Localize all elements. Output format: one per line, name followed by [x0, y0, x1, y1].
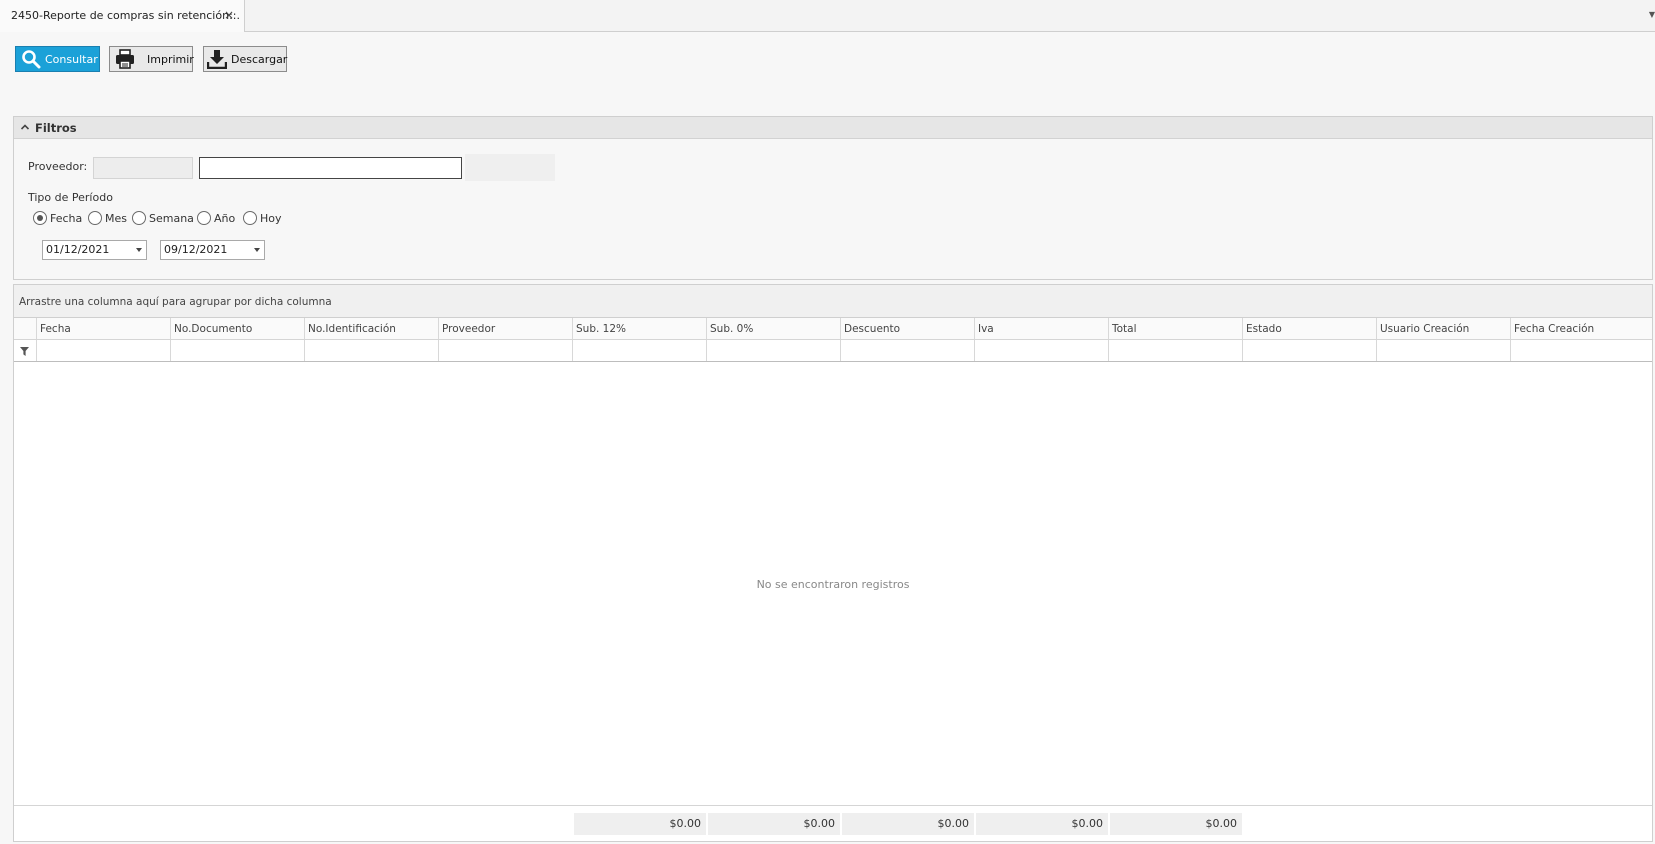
column-header-descuento[interactable]: Descuento	[840, 318, 974, 339]
radio-circle	[132, 211, 146, 225]
column-header-sub-12[interactable]: Sub. 12%	[572, 318, 706, 339]
filter-cell-descuento[interactable]	[840, 340, 974, 361]
filter-cell-estado[interactable]	[1242, 340, 1376, 361]
filter-cell-total[interactable]	[1108, 340, 1242, 361]
filter-cell-proveedor[interactable]	[438, 340, 572, 361]
descargar-label: Descargar	[231, 52, 288, 66]
descargar-button[interactable]: Descargar	[203, 46, 287, 72]
radio-circle	[243, 211, 257, 225]
radio-circle	[33, 211, 47, 225]
download-icon	[207, 49, 227, 69]
tipo-periodo-label: Tipo de Período	[28, 191, 113, 204]
dropdown-arrow-icon[interactable]	[136, 248, 142, 252]
grid-footer-totals: $0.00 $0.00 $0.00 $0.00 $0.00	[14, 805, 1652, 841]
close-icon[interactable]: ×	[224, 9, 234, 21]
tab-bar: 2450-Reporte de compras sin retención::.…	[0, 0, 1655, 32]
column-header-estado[interactable]: Estado	[1242, 318, 1376, 339]
proveedor-code-field	[93, 157, 193, 179]
tab-title: 2450-Reporte de compras sin retención::.	[11, 9, 240, 22]
total-descuento: $0.00	[842, 813, 974, 835]
column-header-proveedor[interactable]: Proveedor	[438, 318, 572, 339]
column-header-label: Proveedor	[442, 323, 496, 335]
total-total: $0.00	[1110, 813, 1242, 835]
total-sub-12: $0.00	[574, 813, 706, 835]
filter-cell-usuario-creacion[interactable]	[1376, 340, 1510, 361]
column-header-total[interactable]: Total	[1108, 318, 1242, 339]
column-header-iva[interactable]: Iva	[974, 318, 1108, 339]
column-header-label: Sub. 12%	[576, 323, 626, 335]
consultar-label: Consultar	[45, 52, 98, 66]
radio-ano[interactable]: Año	[197, 211, 235, 225]
search-icon	[21, 49, 41, 69]
column-header-label: Fecha	[40, 323, 71, 335]
fecha-hasta-picker[interactable]: 09/12/2021	[160, 240, 265, 260]
radio-label: Semana	[149, 211, 194, 225]
proveedor-name-input[interactable]	[199, 157, 462, 179]
printer-icon	[115, 49, 135, 69]
column-header-sub-0[interactable]: Sub. 0%	[706, 318, 840, 339]
radio-fecha[interactable]: Fecha	[33, 211, 82, 225]
column-header-no-documento[interactable]: No.Documento	[170, 318, 304, 339]
total-sub-0: $0.00	[708, 813, 840, 835]
column-header-label: Iva	[978, 323, 994, 335]
column-header-label: Total	[1112, 323, 1137, 335]
radio-semana[interactable]: Semana	[132, 211, 194, 225]
row-indicator-filter	[14, 340, 36, 361]
filters-panel: Filtros Proveedor: Tipo de Período Fecha…	[13, 116, 1653, 280]
proveedor-extra-area	[465, 154, 555, 181]
radio-circle	[197, 211, 211, 225]
filter-cell-no-identificacion[interactable]	[304, 340, 438, 361]
consultar-button[interactable]: Consultar	[15, 46, 100, 72]
column-header-usuario-creacion[interactable]: Usuario Creación	[1376, 318, 1510, 339]
radio-circle	[88, 211, 102, 225]
radio-label: Año	[214, 211, 236, 225]
empty-message: No se encontraron registros	[756, 578, 910, 591]
radio-label: Mes	[105, 211, 127, 225]
column-header-label: Descuento	[844, 323, 901, 335]
column-header-no-identificacion[interactable]: No.Identificación	[304, 318, 438, 339]
column-header-fecha[interactable]: Fecha	[36, 318, 170, 339]
group-by-area[interactable]: Arrastre una columna aquí para agrupar p…	[14, 285, 1652, 318]
total-iva: $0.00	[976, 813, 1108, 835]
filter-cell-sub-0[interactable]	[706, 340, 840, 361]
proveedor-label: Proveedor:	[28, 160, 88, 173]
filter-cell-sub-12[interactable]	[572, 340, 706, 361]
filter-cell-fecha[interactable]	[36, 340, 170, 361]
column-header-label: Usuario Creación	[1380, 323, 1470, 335]
radio-label: Fecha	[50, 211, 83, 225]
radio-label: Hoy	[260, 211, 282, 225]
tab-report[interactable]: 2450-Reporte de compras sin retención::.…	[0, 0, 245, 32]
fecha-desde-picker[interactable]: 01/12/2021	[42, 240, 147, 260]
results-grid: Arrastre una columna aquí para agrupar p…	[13, 284, 1653, 842]
filters-header[interactable]: Filtros	[14, 117, 1652, 139]
group-by-hint: Arrastre una columna aquí para agrupar p…	[19, 296, 332, 308]
imprimir-button[interactable]: Imprimir	[109, 46, 194, 72]
grid-filter-row	[14, 340, 1652, 362]
radio-mes[interactable]: Mes	[88, 211, 127, 225]
column-header-label: Sub. 0%	[710, 323, 754, 335]
chevron-down-icon[interactable]: ▼	[1649, 10, 1655, 19]
row-indicator-header	[14, 318, 36, 339]
grid-header-row: Fecha No.Documento No.Identificación Pro…	[14, 318, 1652, 340]
filter-cell-iva[interactable]	[974, 340, 1108, 361]
fecha-hasta-value: 09/12/2021	[164, 243, 228, 256]
filter-cell-fecha-creacion[interactable]	[1510, 340, 1652, 361]
dropdown-arrow-icon[interactable]	[254, 248, 260, 252]
filters-title: Filtros	[35, 121, 77, 135]
filter-cell-no-documento[interactable]	[170, 340, 304, 361]
column-header-label: No.Identificación	[308, 323, 396, 335]
fecha-desde-value: 01/12/2021	[46, 243, 110, 256]
column-header-label: No.Documento	[174, 323, 253, 335]
radio-hoy[interactable]: Hoy	[243, 211, 282, 225]
column-header-label: Estado	[1246, 323, 1282, 335]
column-header-label: Fecha Creación	[1514, 323, 1595, 335]
chevron-up-icon[interactable]	[20, 122, 30, 135]
imprimir-label: Imprimir	[147, 52, 194, 66]
filter-icon[interactable]	[20, 346, 29, 359]
column-header-fecha-creacion[interactable]: Fecha Creación	[1510, 318, 1652, 339]
